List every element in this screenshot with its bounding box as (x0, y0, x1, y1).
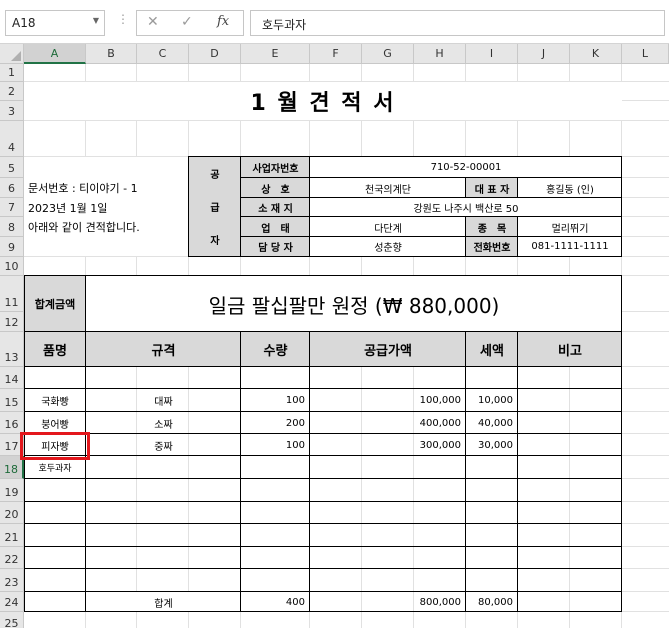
row-header-21[interactable]: 21 (0, 524, 24, 547)
header-note: 비고 (558, 344, 582, 359)
column-header-k[interactable]: K (570, 44, 622, 64)
column-header-e[interactable]: E (241, 44, 310, 64)
biz-no-value: 710-52-00001 (430, 162, 502, 173)
contact-value: 성춘향 (374, 243, 402, 254)
select-all-corner[interactable] (0, 44, 24, 64)
cancel-icon[interactable]: ✕ (147, 14, 159, 30)
intro-text: 아래와 같이 견적합니다. (28, 221, 140, 234)
column-header-h[interactable]: H (414, 44, 466, 64)
item-supply[interactable]: 100,000 (310, 389, 466, 412)
column-header-a[interactable]: A (24, 44, 86, 64)
item-supply[interactable]: 400,000 (310, 412, 466, 434)
row-header-9[interactable]: 9 (0, 237, 24, 257)
row-header-25[interactable]: 25 (0, 612, 24, 628)
header-tax: 세액 (480, 344, 504, 359)
name-box[interactable]: A18 ▼ (5, 10, 105, 36)
column-header-l[interactable]: L (622, 44, 669, 64)
item-qty[interactable]: 100 (241, 389, 310, 412)
biz-item-label: 종 목 (477, 223, 507, 235)
item-name[interactable]: 붕어빵 (24, 412, 86, 434)
supplier-label-3: 자 (210, 235, 220, 247)
column-header-j[interactable]: J (518, 44, 570, 64)
phone-value: 081-1111-1111 (531, 241, 609, 252)
row-header-2[interactable]: 2 (0, 82, 24, 101)
chevron-down-icon[interactable]: ▼ (93, 16, 99, 25)
item-spec[interactable]: 대짜 (86, 389, 241, 412)
row-header-6[interactable]: 6 (0, 178, 24, 198)
company-name-value: 천국의계단 (365, 184, 411, 196)
header-name: 품명 (43, 344, 67, 359)
row-header-16[interactable]: 16 (0, 412, 24, 434)
row-header-11[interactable]: 11 (0, 276, 24, 312)
check-icon[interactable]: ✓ (181, 14, 193, 30)
formula-buttons: ✕ ✓ fx (136, 10, 244, 36)
biz-no-label: 사업자번호 (252, 164, 299, 175)
row-header-20[interactable]: 20 (0, 502, 24, 524)
item-spec[interactable]: 소짜 (86, 412, 241, 434)
item-spec[interactable]: 중짜 (86, 434, 241, 456)
row-header-14[interactable]: 14 (0, 367, 24, 389)
item-tax[interactable]: 40,000 (466, 412, 518, 434)
row-header-7[interactable]: 7 (0, 198, 24, 217)
column-header-g[interactable]: G (362, 44, 414, 64)
item-tax[interactable]: 30,000 (466, 434, 518, 456)
column-header-c[interactable]: C (137, 44, 189, 64)
header-supply: 공급가액 (364, 344, 412, 359)
contact-label: 담 당 자 (258, 243, 293, 254)
representative-label: 대 표 자 (474, 184, 510, 196)
row-header-10[interactable]: 10 (0, 257, 24, 276)
page-title: 1 월 견 적 서 (250, 91, 396, 116)
row-header-8[interactable]: 8 (0, 217, 24, 237)
representative-value: 홍길동 (인) (546, 184, 594, 196)
formula-input[interactable]: 호두과자 (250, 10, 665, 36)
formula-text: 호두과자 (262, 18, 307, 32)
row-header-22[interactable]: 22 (0, 547, 24, 569)
formula-bar: A18 ▼ ⋮ ✕ ✓ fx 호두과자 (0, 0, 669, 44)
address-value: 강원도 나주시 백산로 50 (413, 204, 519, 215)
header-qty: 수량 (263, 344, 288, 359)
row-header-3[interactable]: 3 (0, 101, 24, 121)
sum-tax: 80,000 (478, 596, 513, 608)
name-box-value: A18 (12, 16, 36, 30)
row-header-24[interactable]: 24 (0, 592, 24, 612)
item-tax[interactable]: 10,000 (466, 389, 518, 412)
company-name-label: 상 호 (261, 184, 290, 196)
column-header-b[interactable]: B (86, 44, 137, 64)
item-supply[interactable]: 300,000 (310, 434, 466, 456)
spreadsheet-grid[interactable]: A B C D E F G H I J K L 1 2 3 4 5 6 7 8 … (0, 44, 669, 628)
supplier-label-1: 공 (210, 169, 220, 181)
row-header-13[interactable]: 13 (0, 332, 24, 367)
sum-qty: 400 (285, 596, 305, 608)
column-header-d[interactable]: D (189, 44, 241, 64)
item-name[interactable]: 국화빵 (24, 389, 86, 412)
item-qty[interactable]: 200 (241, 412, 310, 434)
row-header-15[interactable]: 15 (0, 389, 24, 412)
column-header-f[interactable]: F (310, 44, 362, 64)
doc-date: 2023년 1월 1일 (28, 201, 108, 215)
biz-type-label: 업 태 (261, 223, 290, 235)
insert-function-icon[interactable]: fx (217, 14, 229, 29)
item-qty[interactable]: 100 (241, 434, 310, 456)
biz-item-value: 멀리뛰기 (551, 223, 589, 235)
column-header-i[interactable]: I (466, 44, 518, 64)
row-header-4[interactable]: 4 (0, 121, 24, 157)
row-header-1[interactable]: 1 (0, 64, 24, 82)
row-header-19[interactable]: 19 (0, 479, 24, 502)
selected-cell-highlight (20, 432, 90, 460)
total-amount-text: 일금 팔십팔만 원정 (₩ 880,000) (208, 293, 500, 318)
sum-label: 합계 (154, 598, 173, 610)
supplier-label-2: 급 (210, 202, 220, 214)
more-options-icon: ⋮ (117, 12, 129, 26)
sum-supply: 800,000 (419, 596, 461, 608)
total-label: 합계금액 (34, 298, 76, 311)
header-spec: 규격 (151, 344, 176, 359)
address-label: 소 재 지 (258, 204, 293, 215)
row-header-5[interactable]: 5 (0, 157, 24, 178)
biz-type-value: 다단계 (374, 223, 402, 235)
row-header-12[interactable]: 12 (0, 312, 24, 332)
phone-label: 전화번호 (473, 243, 511, 254)
row-header-23[interactable]: 23 (0, 569, 24, 592)
doc-number: 문서번호 : 티이야기 - 1 (28, 182, 138, 195)
